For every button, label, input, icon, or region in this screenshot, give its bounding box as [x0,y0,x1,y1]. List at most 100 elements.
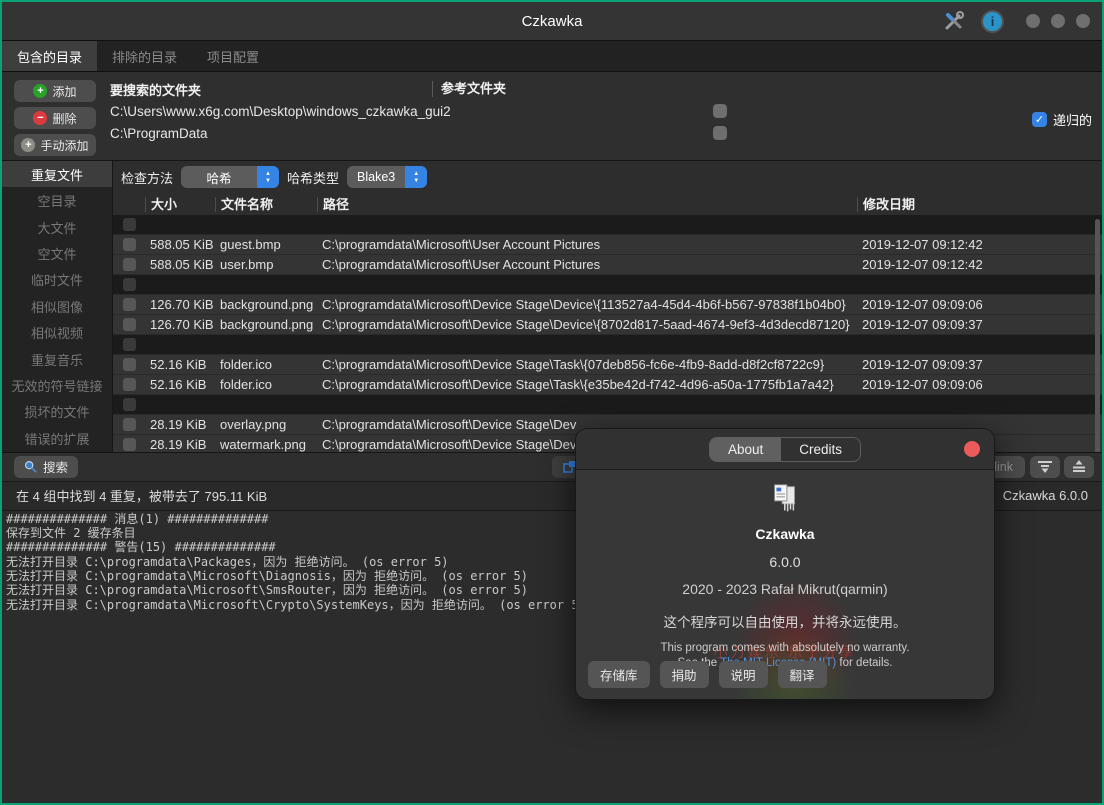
sidebar-item[interactable]: 重复音乐 [2,346,112,372]
cell-name: folder.ico [215,377,317,392]
column-path[interactable]: 路径 [317,197,857,212]
cell-path: C:\programdata\Microsoft\Device Stage\De… [317,317,857,332]
search-button[interactable]: 搜索 [14,456,78,478]
titlebar-icons: i [943,10,1090,33]
cell-size: 28.19 KiB [145,437,215,452]
sidebar-item[interactable]: 无效的符号链接 [2,372,112,398]
cell-name: watermark.png [215,437,317,452]
cell-date: 2019-12-07 09:12:42 [857,257,1102,272]
tab[interactable]: 包含的目录 [2,41,97,71]
row-checkbox[interactable] [123,318,136,331]
directory-row[interactable]: C:\ProgramData [102,122,1102,144]
recursive-option[interactable]: 递归的 [1032,110,1092,129]
row-checkbox-cell [113,238,145,251]
column-date[interactable]: 修改日期 [857,197,1102,212]
results-panel: 检查方法 哈希 ▲▼ 哈希类型 Blake3 ▲▼ 大小 文件名称 路径 修改日… [113,161,1102,452]
sidebar-item[interactable]: 临时文件 [2,267,112,293]
row-checkbox[interactable] [123,238,136,251]
row-checkbox[interactable] [123,438,136,451]
export-button[interactable] [1064,456,1094,478]
hash-type-select[interactable]: Blake3 ▲▼ [347,166,427,188]
reference-checkbox[interactable] [713,104,727,118]
recursive-label: 递归的 [1053,110,1092,129]
directory-action-button[interactable]: 添加 [14,80,96,102]
dialog-action-button[interactable]: 存储库 [588,661,650,688]
row-checkbox[interactable] [123,398,136,411]
reference-cell [432,126,1007,140]
table-row[interactable]: 126.70 KiB background.png C:\programdata… [113,315,1102,335]
cell-date: 2019-12-07 09:09:37 [857,357,1102,372]
cell-path: C:\programdata\Microsoft\User Account Pi… [317,237,857,252]
sidebar-item[interactable]: 相似视频 [2,319,112,345]
sidebar-item[interactable]: 损坏的文件 [2,399,112,425]
dialog-close-button[interactable] [964,441,980,457]
row-checkbox[interactable] [123,218,136,231]
reference-checkbox[interactable] [713,126,727,140]
table-row[interactable] [113,215,1102,235]
sidebar-item[interactable]: 大文件 [2,214,112,240]
chevron-updown-icon: ▲▼ [257,166,279,188]
window-button-maximize[interactable] [1051,14,1065,28]
about-tab[interactable]: Credits [781,438,860,461]
sort-down-button[interactable] [1030,456,1060,478]
cell-size: 52.16 KiB [145,377,215,392]
directory-action-button[interactable]: 手动添加 [14,134,96,156]
row-checkbox[interactable] [123,298,136,311]
column-size[interactable]: 大小 [145,197,215,212]
results-scrollbar[interactable] [1095,219,1100,471]
table-row[interactable]: 52.16 KiB folder.ico C:\programdata\Micr… [113,355,1102,375]
row-checkbox[interactable] [123,278,136,291]
cell-size: 28.19 KiB [145,417,215,432]
tab[interactable]: 排除的目录 [97,41,192,71]
cell-path: C:\programdata\Microsoft\Device Stage\De… [317,297,857,312]
directory-action-icon [33,111,47,125]
results-header: 大小 文件名称 路径 修改日期 [113,193,1102,215]
dialog-buttons: 存储库捐助说明翻译 [588,661,827,688]
info-icon[interactable]: i [981,10,1004,33]
about-tab[interactable]: About [710,438,781,461]
dialog-action-button[interactable]: 翻译 [778,661,827,688]
directory-path: C:\ProgramData [102,126,432,141]
window-button-close[interactable] [1076,14,1090,28]
directories-panel: 添加 删除 手动添加 要搜索的文件夹 参考文件夹 C:\Users\www.x6… [2,72,1102,161]
row-checkbox-cell [113,418,145,431]
status-text: 在 4 组中找到 4 重复，被带去了 795.11 KiB [16,486,267,505]
tools-icon[interactable] [943,10,965,32]
cell-size: 52.16 KiB [145,357,215,372]
sidebar-item[interactable]: 重复文件 [2,161,112,187]
table-row[interactable] [113,275,1102,295]
table-row[interactable]: 588.05 KiB guest.bmp C:\programdata\Micr… [113,235,1102,255]
column-name[interactable]: 文件名称 [215,197,317,212]
table-row[interactable] [113,335,1102,355]
row-checkbox[interactable] [123,378,136,391]
directory-row[interactable]: C:\Users\www.x6g.com\Desktop\windows_czk… [102,100,1102,122]
row-checkbox[interactable] [123,338,136,351]
hash-type-label: 哈希类型 [287,168,339,187]
dialog-version: 6.0.0 [769,554,800,570]
row-checkbox[interactable] [123,418,136,431]
table-row[interactable]: 52.16 KiB folder.ico C:\programdata\Micr… [113,375,1102,395]
sidebar-item[interactable]: 空文件 [2,240,112,266]
arrow-up-lines-icon [1070,459,1088,474]
table-row[interactable]: 588.05 KiB user.bmp C:\programdata\Micro… [113,255,1102,275]
sidebar-item[interactable]: 错误的扩展 [2,425,112,451]
tab[interactable]: 项目配置 [192,41,274,71]
directory-action-button[interactable]: 删除 [14,107,96,129]
cell-date: 2019-12-07 09:12:42 [857,237,1102,252]
sidebar-item[interactable]: 空目录 [2,187,112,213]
row-checkbox[interactable] [123,358,136,371]
check-method-select[interactable]: 哈希 ▲▼ [181,166,279,188]
table-row[interactable] [113,395,1102,415]
recursive-checkbox[interactable] [1032,112,1047,127]
table-row[interactable]: 126.70 KiB background.png C:\programdata… [113,295,1102,315]
sidebar: 重复文件空目录大文件空文件临时文件相似图像相似视频重复音乐无效的符号链接损坏的文… [2,161,113,452]
check-method-label: 检查方法 [121,168,173,187]
window-button-minimize[interactable] [1026,14,1040,28]
about-tabs: AboutCredits [709,437,861,462]
dialog-action-button[interactable]: 捐助 [660,661,709,688]
reference-folders-header: 参考文件夹 [432,81,1102,97]
row-checkbox[interactable] [123,258,136,271]
row-checkbox-cell [113,298,145,311]
dialog-action-button[interactable]: 说明 [719,661,768,688]
sidebar-item[interactable]: 相似图像 [2,293,112,319]
